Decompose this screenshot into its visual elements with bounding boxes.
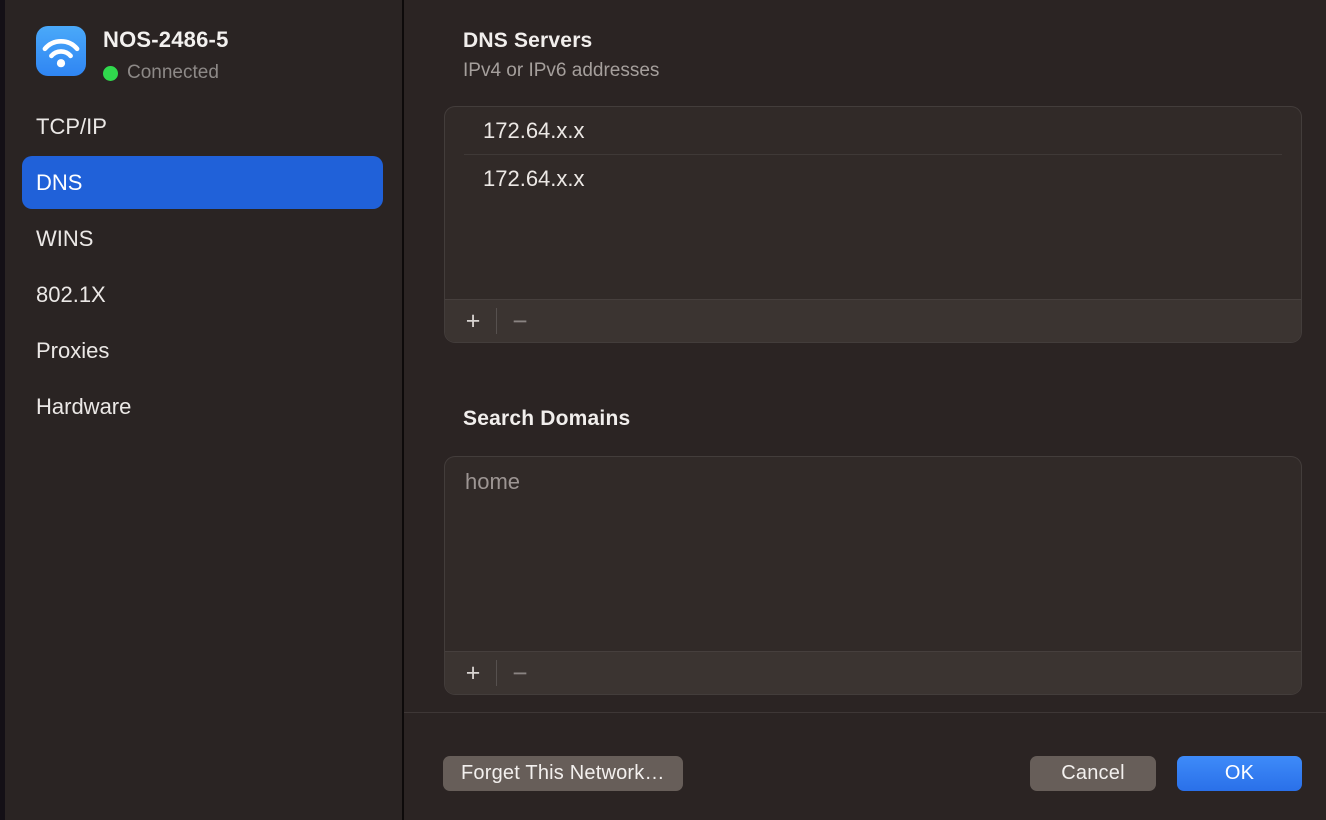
search-domains-toolbar: + −	[445, 651, 1301, 694]
dns-servers-title: DNS Servers	[463, 29, 592, 53]
sidebar-item-dns[interactable]: DNS	[22, 156, 383, 209]
dialog-buttons: Cancel OK	[1030, 756, 1302, 791]
sidebar-nav: TCP/IP DNS WINS 802.1X Proxies Hardware	[22, 100, 383, 436]
sidebar: NOS-2486-5 Connected TCP/IP DNS WINS 802…	[5, 0, 402, 820]
dns-server-row[interactable]: 172.64.x.x	[445, 107, 1301, 154]
connection-meta: NOS-2486-5 Connected	[103, 26, 229, 84]
connected-status-label: Connected	[127, 62, 219, 84]
dns-servers-subtitle: IPv4 or IPv6 addresses	[463, 60, 659, 82]
add-dns-server-button[interactable]: +	[455, 300, 491, 342]
remove-search-domain-button[interactable]: −	[502, 652, 538, 694]
toolbar-separator	[496, 308, 497, 333]
sidebar-item-hardware[interactable]: Hardware	[22, 380, 383, 433]
ok-button[interactable]: OK	[1177, 756, 1302, 791]
search-domains-list: home + −	[444, 456, 1302, 695]
wifi-icon	[36, 26, 86, 76]
dns-servers-list-body: 172.64.x.x 172.64.x.x	[445, 107, 1301, 299]
sidebar-item-proxies[interactable]: Proxies	[22, 324, 383, 377]
dns-servers-toolbar: + −	[445, 299, 1301, 342]
network-details-window: NOS-2486-5 Connected TCP/IP DNS WINS 802…	[0, 0, 1326, 820]
connection-status: Connected	[103, 62, 229, 84]
network-name: NOS-2486-5	[103, 27, 229, 53]
content-pane: DNS Servers IPv4 or IPv6 addresses 172.6…	[404, 0, 1326, 820]
search-domains-list-body: home	[445, 457, 1301, 651]
sidebar-item-802-1x[interactable]: 802.1X	[22, 268, 383, 321]
add-search-domain-button[interactable]: +	[455, 652, 491, 694]
search-domain-row[interactable]: home	[445, 457, 1301, 507]
sidebar-item-tcp-ip[interactable]: TCP/IP	[22, 100, 383, 153]
sidebar-item-wins[interactable]: WINS	[22, 212, 383, 265]
cancel-button[interactable]: Cancel	[1030, 756, 1156, 791]
footer-divider	[404, 712, 1326, 713]
connected-status-dot	[103, 66, 118, 81]
dns-servers-list: 172.64.x.x 172.64.x.x + −	[444, 106, 1302, 343]
remove-dns-server-button[interactable]: −	[502, 300, 538, 342]
connection-header: NOS-2486-5 Connected	[36, 26, 229, 84]
forget-network-button[interactable]: Forget This Network…	[443, 756, 683, 791]
dns-server-row[interactable]: 172.64.x.x	[445, 155, 1301, 202]
toolbar-separator	[496, 660, 497, 685]
search-domains-title: Search Domains	[463, 407, 630, 431]
